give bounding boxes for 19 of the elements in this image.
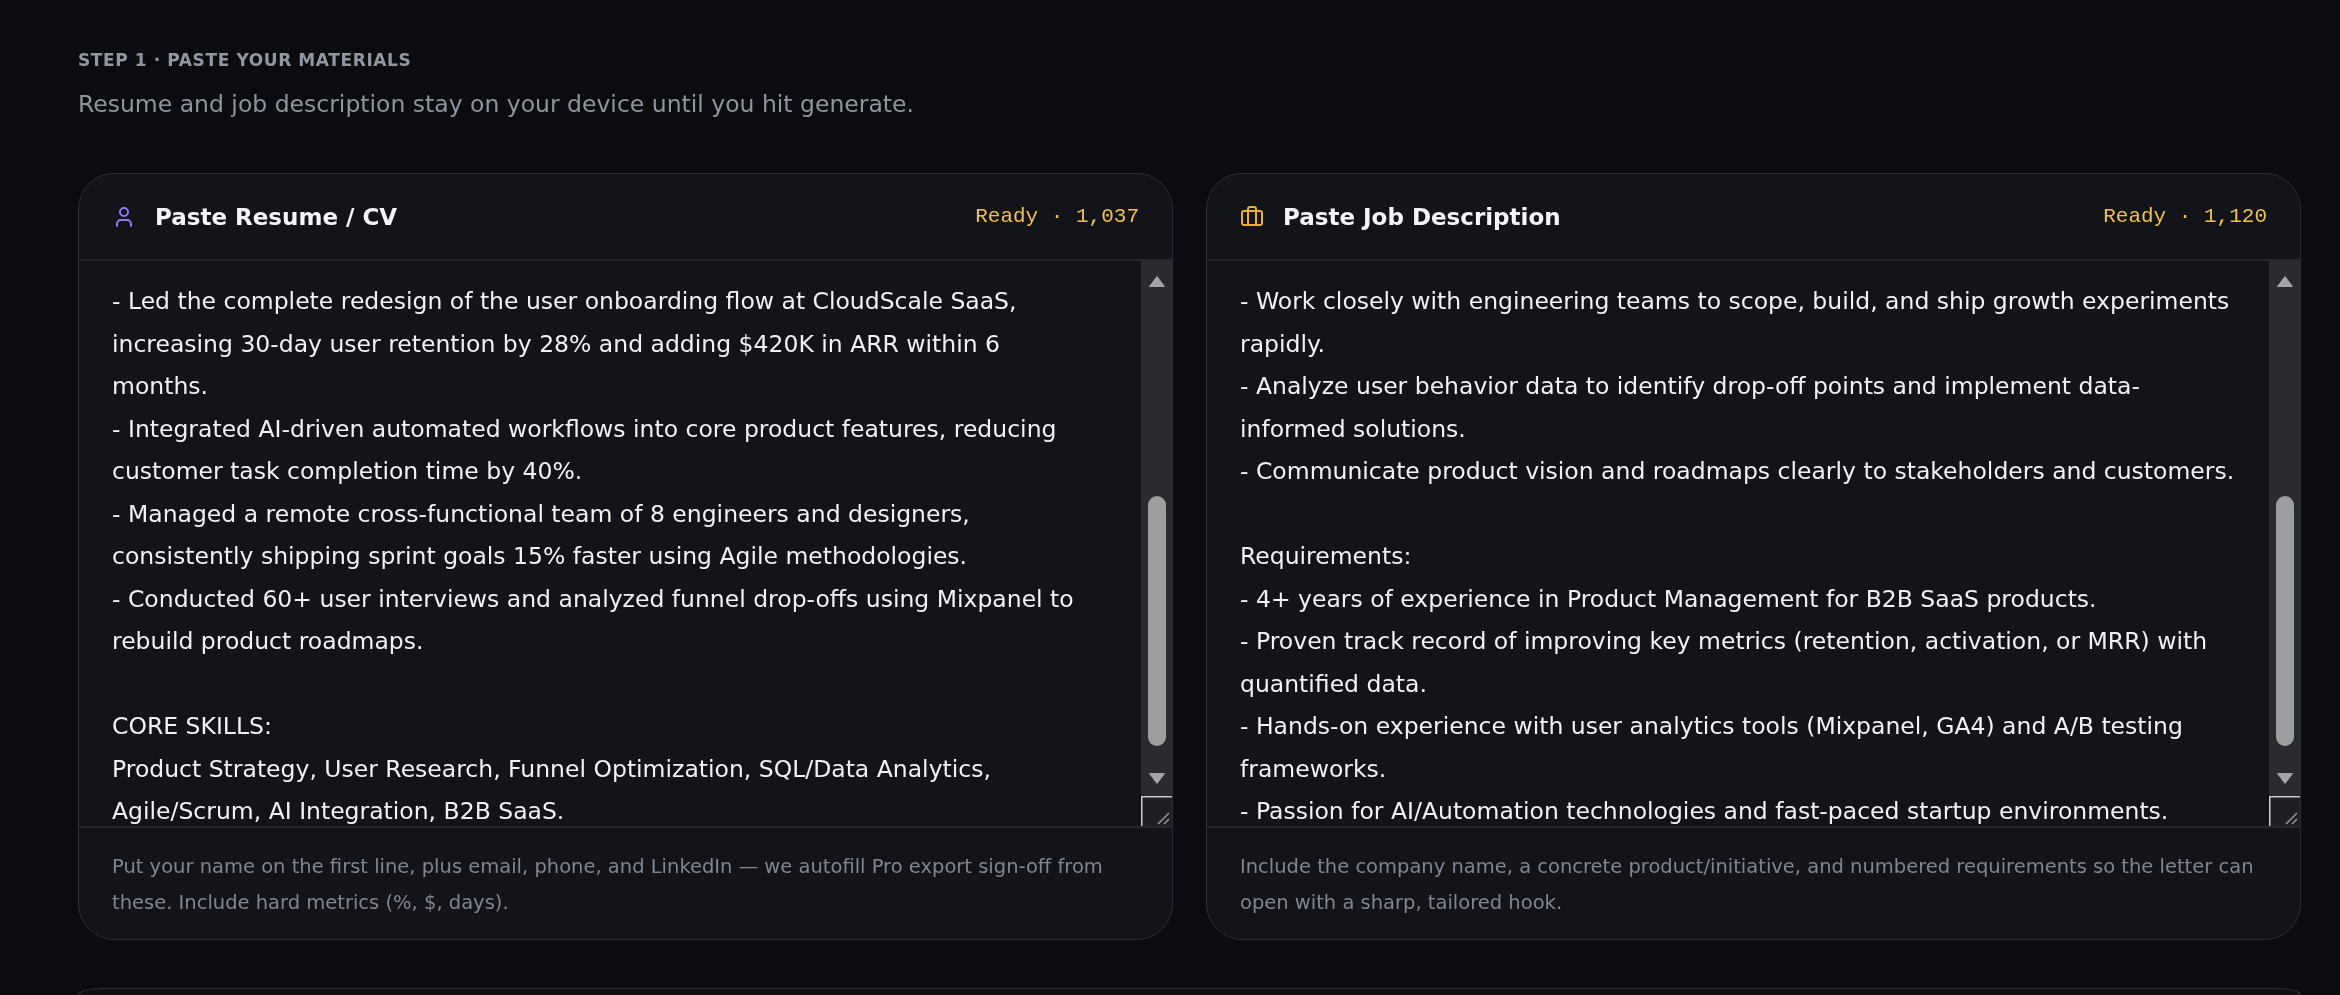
resize-handle-icon[interactable] xyxy=(2269,796,2300,826)
resize-handle-icon[interactable] xyxy=(1141,796,1172,826)
briefcase-icon xyxy=(1240,204,1264,229)
scroll-down-icon[interactable] xyxy=(2276,773,2293,784)
step-subtitle: Resume and job description stay on your device until you hit generate. xyxy=(78,89,914,120)
card-title: Paste Job Description xyxy=(1283,203,1561,230)
scroll-up-icon[interactable] xyxy=(1148,276,1165,287)
hint-text: Include the company name, a concrete product/initiative, and numbered requirements so the letter can open with a sharp, tailored hook. xyxy=(1240,854,2255,916)
step-label: STEP 1 · PASTE YOUR MATERIALS xyxy=(78,49,412,72)
hint-text: Put your name on the first line, plus email, phone, and LinkedIn — we autofill Pro export sign-off from these. Include hard metrics (%, $, days). xyxy=(112,854,1104,916)
status-text: Ready · 1,037 xyxy=(975,205,1139,228)
scrollbar[interactable] xyxy=(1141,261,1172,796)
scroll-up-icon[interactable] xyxy=(2276,276,2293,287)
scrollbar[interactable] xyxy=(2269,261,2300,796)
scrollbar-thumb[interactable] xyxy=(1147,496,1166,746)
scroll-down-icon[interactable] xyxy=(1148,773,1165,784)
card-title: Paste Resume / CV xyxy=(155,203,398,230)
scrollbar-thumb[interactable] xyxy=(2275,496,2294,746)
status-text: Ready · 1,120 xyxy=(2103,205,2267,228)
